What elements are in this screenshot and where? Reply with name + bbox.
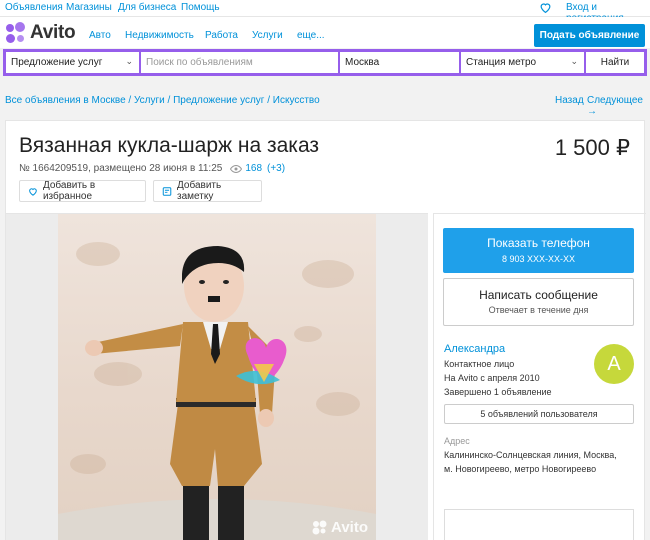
breadcrumb[interactable]: Все объявления в Москве / Услуги / Предл…: [5, 95, 320, 106]
add-favorite-button[interactable]: Добавить в избранное: [19, 180, 146, 202]
listing-title: Вязанная кукла-шарж на заказ: [19, 134, 320, 157]
next-link[interactable]: Следующее →: [587, 95, 650, 117]
listing-photo[interactable]: Avito: [58, 214, 376, 540]
doll-illustration: [58, 242, 376, 540]
views-counter: 168 (+3): [230, 163, 285, 174]
city-select[interactable]: Москва: [340, 52, 459, 73]
link-ads[interactable]: Объявления: [5, 2, 63, 13]
nav-more[interactable]: еще...: [297, 30, 325, 41]
find-button[interactable]: Найти: [586, 52, 644, 73]
heart-icon[interactable]: [539, 1, 552, 14]
listing-id-date: № 1664209519, размещено 28 июня в 11:25: [19, 163, 223, 174]
views-delta: (+3): [267, 163, 286, 174]
address-label: Адрес: [444, 436, 470, 446]
write-message-button[interactable]: Написать сообщение Отвечает в течение дн…: [443, 278, 634, 326]
seller-since: На Avito с апреля 2010: [444, 373, 540, 383]
address-line-1: Калининско-Солнцевская линия, Москва,: [444, 450, 617, 460]
seller-ads-button[interactable]: 5 объявлений пользователя: [444, 404, 634, 424]
back-link[interactable]: Назад: [555, 95, 584, 106]
top-bar: Объявления Магазины Для бизнеса Помощь В…: [0, 0, 650, 24]
search-field[interactable]: [141, 52, 338, 73]
message-label: Написать сообщение: [479, 288, 598, 302]
heart-icon: [29, 187, 37, 196]
favorite-label: Добавить в избранное: [42, 180, 96, 202]
avatar[interactable]: A: [594, 344, 634, 384]
category-value: Предложение услуг: [11, 57, 103, 68]
eye-icon: [230, 164, 243, 173]
post-ad-button[interactable]: Подать объявление: [534, 24, 645, 47]
category-select[interactable]: Предложение услуг ⌄: [6, 52, 139, 73]
note-icon: [162, 186, 172, 196]
chevron-down-icon: ⌄: [125, 56, 133, 66]
city-value: Москва: [345, 57, 380, 68]
logo-dots-icon: [312, 520, 327, 534]
logo-text: Avito: [30, 22, 76, 43]
header: Avito Авто Недвижимость Работа Услуги ещ…: [0, 17, 650, 48]
listing-meta: № 1664209519, размещено 28 июня в 11:25 …: [19, 163, 285, 174]
photo-gallery[interactable]: Avito: [6, 213, 428, 540]
views-count: 168: [245, 163, 263, 174]
seller-completed: Завершено 1 объявление: [444, 387, 552, 397]
nav-services[interactable]: Услуги: [252, 30, 283, 41]
logo-dots-icon: [5, 22, 27, 44]
show-phone-button[interactable]: Показать телефон 8 903 XXX-XX-XX: [443, 228, 634, 273]
message-note: Отвечает в течение дня: [488, 305, 589, 315]
seller-name[interactable]: Александра: [444, 343, 505, 355]
find-button-label: Найти: [600, 57, 630, 68]
contact-panel: Показать телефон 8 903 XXX-XX-XX Написат…: [433, 213, 646, 540]
listing-price: 1 500 ₽: [554, 135, 630, 160]
metro-value: Станция метро: [466, 57, 537, 68]
add-note-button[interactable]: Добавить заметку: [153, 180, 262, 202]
seller-role: Контактное лицо: [444, 359, 515, 369]
watermark-text: Avito: [331, 519, 368, 536]
search-bar: Предложение услуг ⌄ Москва Станция метро…: [3, 49, 647, 76]
link-shops[interactable]: Магазины: [66, 2, 112, 13]
link-business[interactable]: Для бизнеса: [118, 2, 176, 13]
phone-masked: 8 903 XXX-XX-XX: [501, 254, 576, 264]
address-line-2: м. Новогиреево, метро Новогиреево: [444, 464, 597, 474]
nav-jobs[interactable]: Работа: [205, 30, 238, 41]
nav-auto[interactable]: Авто: [89, 30, 111, 41]
listing-card: Вязанная кукла-шарж на заказ 1 500 ₽ № 1…: [5, 120, 646, 540]
note-label: Добавить заметку: [177, 180, 222, 202]
search-input[interactable]: [146, 57, 338, 68]
link-help[interactable]: Помощь: [181, 2, 220, 13]
metro-select[interactable]: Станция метро ⌄: [461, 52, 584, 73]
map-box[interactable]: [444, 509, 634, 540]
chevron-down-icon: ⌄: [570, 56, 578, 66]
avito-logo[interactable]: Avito: [5, 22, 76, 44]
show-phone-label: Показать телефон: [487, 236, 590, 250]
nav-realty[interactable]: Недвижимость: [125, 30, 194, 41]
photo-watermark: Avito: [312, 519, 368, 536]
